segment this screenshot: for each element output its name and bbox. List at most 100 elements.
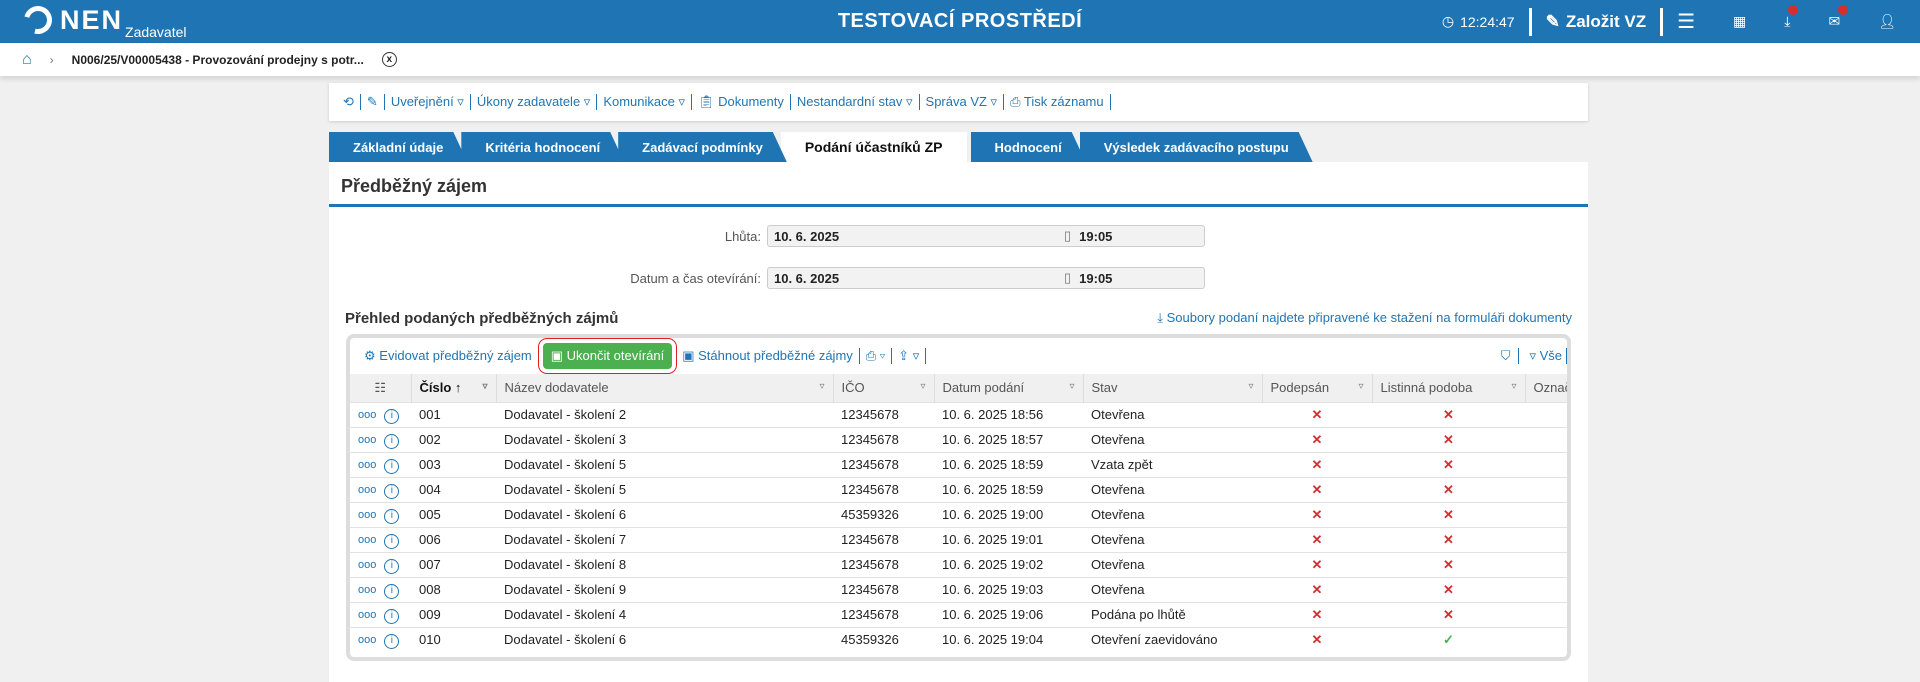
table-row[interactable]: ooo i 004 Dodavatel - školení 5 12345678 …: [350, 476, 1567, 502]
col-listinna[interactable]: Listinná podoba ▿: [1372, 374, 1526, 402]
more-options-icon[interactable]: ooo: [358, 584, 376, 596]
table-row[interactable]: ooo i 010 Dodavatel - školení 6 45359326 …: [350, 626, 1567, 652]
cell-nazev: Dodavatel - školení 4: [496, 601, 833, 627]
table-row[interactable]: ooo i 009 Dodavatel - školení 4 12345678 …: [350, 601, 1567, 627]
info-icon[interactable]: i: [384, 608, 400, 624]
cell-ico: 12345678: [833, 526, 934, 552]
toolbar-tisk[interactable]: ⎙ Tisk záznamu: [1004, 94, 1111, 110]
print-dropdown[interactable]: ⎙ ▿: [860, 348, 893, 364]
filter-icon[interactable]: ▿: [1248, 381, 1253, 392]
cell-datum: 10. 6. 2025 18:57: [934, 426, 1083, 452]
cell-nazev: Dodavatel - školení 8: [496, 551, 833, 577]
filter-icon[interactable]: ▿: [1069, 381, 1074, 392]
filter-icon[interactable]: ▿: [819, 381, 824, 392]
info-icon[interactable]: i: [384, 633, 400, 649]
download-note-link[interactable]: ⤓ Soubory podaní najdete připravené ke s…: [1157, 310, 1572, 326]
more-options-icon[interactable]: ooo: [358, 509, 376, 521]
toolbar-nestandardni[interactable]: Nestandardní stav ▿: [791, 94, 920, 110]
cell-oznaceni: [1525, 626, 1567, 652]
close-icon[interactable]: x: [381, 52, 397, 67]
evidovat-button[interactable]: ⚙ Evidovat předběžný zájem: [358, 348, 539, 364]
cell-stav: Otevření zaevidováno: [1083, 626, 1262, 652]
tab-zakladni-udaje[interactable]: Základní údaje: [329, 132, 467, 162]
cell-datum: 10. 6. 2025 18:59: [934, 476, 1083, 502]
stahnout-button[interactable]: ▣ Stáhnout předběžné zájmy: [676, 348, 860, 364]
table-row[interactable]: ooo i 002 Dodavatel - školení 3 12345678 …: [350, 426, 1567, 452]
toolbar-ukony[interactable]: Úkony zadavatele ▿: [471, 94, 598, 110]
toolbar-sprava[interactable]: Správa VZ ▿: [920, 94, 1005, 110]
table-row[interactable]: ooo i 007 Dodavatel - školení 8 12345678 …: [350, 551, 1567, 577]
divider: [1528, 7, 1532, 36]
info-icon[interactable]: i: [384, 458, 400, 474]
info-icon[interactable]: i: [384, 558, 400, 574]
toolbar-uverejneni[interactable]: Uveřejnění ▿: [385, 94, 471, 110]
menu-icon[interactable]: ☰: [1677, 9, 1695, 34]
toolbar-komunikace[interactable]: Komunikace ▿: [597, 94, 692, 110]
user-icon[interactable]: 👤︎: [1878, 13, 1896, 30]
filter-all-dropdown[interactable]: ▿ Vše: [1529, 348, 1567, 364]
filter-icon[interactable]: ▿: [482, 381, 487, 392]
col-stav[interactable]: Stav ▿: [1083, 374, 1263, 402]
ukoncit-otevirani-button[interactable]: ▣ Ukončit otevírání: [537, 338, 678, 374]
more-options-icon[interactable]: ooo: [358, 634, 376, 646]
col-datum-label: Datum podání: [942, 380, 1025, 396]
breadcrumb-item[interactable]: N006/25/V00005438 - Provozování prodejny…: [72, 53, 364, 67]
col-nazev[interactable]: Název dodavatele ▿: [496, 374, 834, 402]
info-icon[interactable]: i: [384, 508, 400, 524]
col-podepsan[interactable]: Podepsán ▿: [1262, 374, 1373, 402]
mail-icon[interactable]: ✉: [1828, 5, 1849, 30]
cell-datum: 10. 6. 2025 18:56: [934, 401, 1083, 427]
refresh-icon[interactable]: ⟲: [337, 94, 361, 110]
table-row[interactable]: ooo i 006 Dodavatel - školení 7 12345678 …: [350, 526, 1567, 552]
tab-kriteria[interactable]: Kritéria hodnocení: [461, 132, 624, 162]
cross-icon: ✕: [1443, 456, 1454, 472]
filter-icon[interactable]: ▿: [1358, 381, 1363, 392]
tab-vysledek[interactable]: Výsledek zadávacího postupu: [1080, 132, 1313, 162]
col-ico[interactable]: IČO ▿: [833, 374, 935, 402]
dokumenty-label: Dokumenty: [718, 94, 784, 109]
tab-podani-ucastniku[interactable]: Podání účastníků ZP: [780, 132, 967, 162]
table-row[interactable]: ooo i 005 Dodavatel - školení 6 45359326 …: [350, 501, 1567, 527]
cell-ico: 12345678: [833, 551, 934, 577]
table-row[interactable]: ooo i 003 Dodavatel - školení 5 12345678 …: [350, 451, 1567, 477]
home-icon[interactable]: ⌂: [22, 51, 32, 69]
more-options-icon[interactable]: ooo: [358, 459, 376, 471]
info-icon[interactable]: i: [384, 533, 400, 549]
col-datum[interactable]: Datum podání ▿: [934, 374, 1084, 402]
cell-stav: Otevřena: [1083, 401, 1262, 427]
more-options-icon[interactable]: ooo: [358, 559, 376, 571]
table-row[interactable]: ooo i 001 Dodavatel - školení 2 12345678 …: [350, 401, 1567, 427]
more-options-icon[interactable]: ooo: [358, 484, 376, 496]
tab-hodnoceni[interactable]: Hodnocení: [971, 132, 1086, 162]
divider: [1660, 7, 1664, 36]
info-icon[interactable]: i: [384, 483, 400, 499]
info-icon[interactable]: i: [384, 433, 400, 449]
col-cislo[interactable]: Číslo ↑ ▿: [411, 374, 497, 402]
export-dropdown[interactable]: ⇪ ▿: [892, 348, 927, 364]
filter-icon[interactable]: ▿: [1511, 381, 1516, 392]
more-options-icon[interactable]: ooo: [358, 409, 376, 421]
col-oznaceni-label: Označe: [1533, 380, 1571, 396]
edit-icon[interactable]: ✎: [361, 94, 385, 110]
info-icon[interactable]: i: [384, 408, 400, 424]
cell-stav: Otevřena: [1083, 576, 1262, 602]
info-icon[interactable]: i: [384, 583, 400, 599]
col-oznaceni[interactable]: Označe: [1525, 374, 1571, 402]
cross-icon: ✕: [1311, 556, 1323, 572]
filter-icon[interactable]: ▿: [920, 381, 925, 392]
more-options-icon[interactable]: ooo: [358, 434, 376, 446]
calendar-icon: ▯: [1064, 228, 1072, 243]
tab-zadavaci-podminky[interactable]: Zadávací podmínky: [618, 132, 787, 162]
more-options-icon[interactable]: ooo: [358, 609, 376, 621]
toolbar-dokumenty[interactable]: 📋︎ Dokumenty: [692, 94, 791, 110]
create-vz-button[interactable]: ✎ Založit VZ: [1546, 12, 1647, 32]
more-options-icon[interactable]: ooo: [358, 534, 376, 546]
filter-icon[interactable]: ⛉: [1501, 348, 1520, 364]
cell-datum: 10. 6. 2025 19:06: [934, 601, 1083, 627]
column-settings-icon[interactable]: ☷: [350, 374, 412, 402]
lhuta-label: Lhůta:: [724, 228, 761, 244]
calendar-icon[interactable]: ▦: [1733, 13, 1746, 30]
download-icon[interactable]: ⤓: [1784, 5, 1799, 30]
cell-oznaceni: [1525, 426, 1567, 452]
table-row[interactable]: ooo i 008 Dodavatel - školení 9 12345678 …: [350, 576, 1567, 602]
